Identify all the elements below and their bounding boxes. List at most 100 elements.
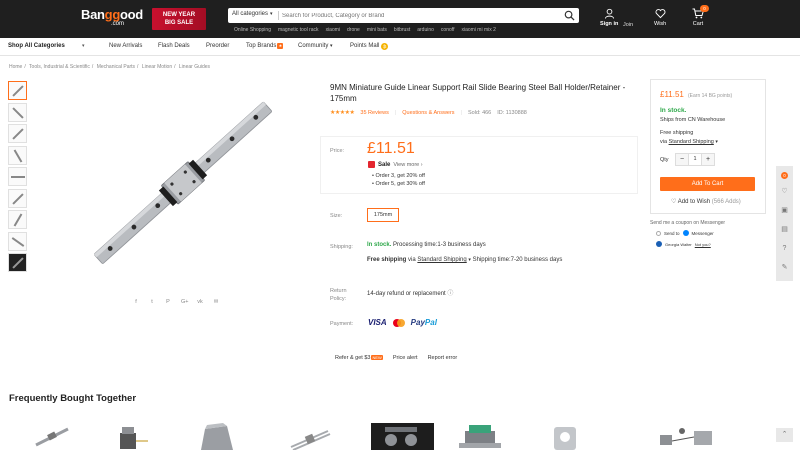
help-icon[interactable]: ⓘ [447,291,453,297]
nav-points-mall-label: Points Mall [350,43,380,49]
offer-item: • Order 3, get 20% off [372,173,425,179]
payment-label: Payment: [330,321,354,327]
breadcrumb-item[interactable]: Linear Motion [142,64,172,70]
product-thumbnail[interactable] [8,145,27,165]
breadcrumb-item[interactable]: Linear Guides [179,64,210,70]
help-icon[interactable]: ? [780,244,789,253]
nav-top-brands-label: Top Brands [246,43,277,49]
related-product-image[interactable] [110,423,150,450]
product-thumbnail[interactable] [8,167,27,186]
nav-new-arrivals[interactable]: New Arrivals [109,43,142,49]
nav-preorder[interactable]: Preorder [206,43,229,49]
banggood-logo[interactable]: Banggood [81,7,143,22]
vk-icon[interactable]: vk [197,299,203,305]
hot-tag[interactable]: arduino [417,27,434,33]
heart-icon[interactable]: ♡ [780,187,789,196]
report-error-link[interactable]: Report error [428,355,458,361]
related-product-image[interactable] [193,423,238,450]
hot-tag[interactable]: xiaomi mi mix 2 [461,27,495,33]
paypal-logo-text-a: Pay [410,318,425,327]
product-thumbnail[interactable] [8,231,27,251]
return-policy-value: 14-day refund or replacement [367,291,446,297]
refer-link[interactable]: Refer & get $3 NEW [335,355,383,361]
rail-notification-badge: 0 [781,172,788,179]
promo-line-2: BIG SALE [164,20,194,26]
qty-increase-button[interactable]: + [702,154,714,165]
nav-flash-deals[interactable]: Flash Deals [158,43,190,49]
breadcrumb-item[interactable]: Home [9,64,22,70]
promo-line-1: NEW YEAR [162,12,196,18]
size-option-selected[interactable]: 175mm [367,208,399,222]
hot-tag[interactable]: mini bats [367,27,387,33]
offer-item: • Order 5, get 30% off [372,181,425,187]
wishlist-button[interactable]: Wish [654,8,666,27]
messenger-user-name: Georgia Walter [665,241,692,247]
view-more-link[interactable]: View more › [393,162,422,168]
messenger-optin: Send to Messenger [656,230,714,236]
product-main-image[interactable] [78,84,290,284]
related-product-image[interactable] [455,423,505,450]
twitter-icon[interactable]: t [149,299,155,305]
back-to-top-button[interactable]: ⌃ [776,428,793,442]
chat-icon[interactable]: ▤ [780,225,789,234]
new-year-promo-banner[interactable]: NEW YEAR BIG SALE [152,8,206,30]
related-product-image[interactable] [650,423,720,450]
floating-side-rail: ♡ ▣ ▤ ? ✎ [776,166,793,281]
hot-tag[interactable]: bitbrust [394,27,410,33]
price-alert-link[interactable]: Price alert [393,355,418,361]
pinterest-icon[interactable]: P [165,299,171,305]
add-to-wish-button[interactable]: ♡ Add to Wish (566 Adds) [671,198,741,205]
signin-button[interactable]: Sign in [600,8,618,27]
gift-icon[interactable]: ▣ [780,206,789,215]
breadcrumb-item[interactable]: Mechanical Parts [97,64,135,70]
product-thumbnail[interactable] [8,210,27,229]
hot-tag[interactable]: magnetic tool rack [278,27,319,33]
return-policy-label-text: Return Policy: [330,288,347,302]
facebook-icon[interactable]: f [133,299,139,305]
sale-label: Sale [378,161,391,168]
nav-top-brands[interactable]: Top Brands ★ [246,43,284,49]
buybox-shipping-select[interactable]: Standard Shipping [669,139,714,145]
google-plus-icon[interactable]: G+ [181,299,189,305]
breadcrumb-item[interactable]: Tools, Industrial & Scientific [29,64,90,70]
qa-link[interactable]: Questions & Answers [402,110,454,116]
related-product-image[interactable] [371,423,434,450]
product-thumbnail[interactable] [8,81,27,100]
add-to-cart-button[interactable]: Add To Cart [660,177,755,191]
email-icon[interactable]: ✉ [213,299,219,305]
product-thumbnail[interactable] [8,124,27,143]
buybox-shipping-method: via Standard Shipping ▾ [660,139,718,145]
qty-decrease-button[interactable]: − [676,154,688,165]
send-to-label: Send to [664,230,680,236]
logo-domain: .com [111,21,125,27]
nav-community[interactable]: Community ▾ [298,43,333,49]
search-category-label: All categories [232,11,269,17]
search-category-select[interactable]: All categories ▾ [232,11,273,17]
hot-tag[interactable]: drone [347,27,360,33]
via-text: via [408,257,416,263]
product-thumbnail[interactable] [8,102,27,122]
not-you-link[interactable]: Not you? [695,242,711,247]
hot-tag[interactable]: conoff [441,27,455,33]
reviews-link[interactable]: 35 Reviews [360,110,388,116]
qty-input[interactable]: 1 [688,154,702,165]
product-thumbnail[interactable] [8,253,27,272]
hot-tag[interactable]: Online Shopping [234,27,271,33]
hot-tag[interactable]: xiaomi [326,27,340,33]
related-product-image[interactable] [288,423,333,450]
search-input[interactable] [282,9,552,22]
shop-all-categories[interactable]: Shop All Categories [8,43,65,49]
search-icon[interactable] [564,10,575,21]
refer-label: Refer & get $3 [335,355,371,361]
related-product-image[interactable] [32,423,72,450]
messenger-checkbox[interactable] [656,230,661,236]
nav-points-mall[interactable]: Points Mall ₿ [350,43,389,50]
join-link[interactable]: Join [623,22,633,28]
hot-badge-icon: ★ [277,43,284,49]
related-product-image[interactable] [548,423,583,450]
feedback-icon[interactable]: ✎ [780,263,789,272]
product-title: 9MN Miniature Guide Linear Support Rail … [330,83,626,103]
shipping-method-select[interactable]: Standard Shipping [417,257,466,263]
product-thumbnail[interactable] [8,188,27,208]
qty-label: Qty [660,157,669,163]
